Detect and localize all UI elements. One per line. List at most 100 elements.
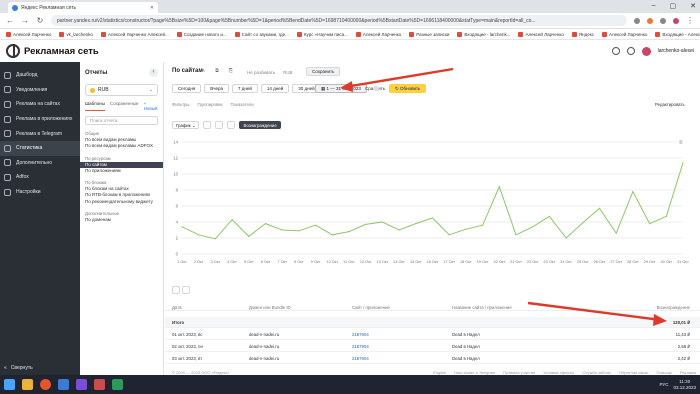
data-point[interactable] (649, 223, 651, 225)
date-range-picker[interactable]: ▦ 1 — 31 окт. 2023 (315, 84, 367, 93)
copy-icon[interactable]: ⧉ (215, 68, 219, 74)
update-button[interactable]: ↻ Обновить (389, 84, 427, 93)
breakdown-select[interactable]: Не разбивать (247, 70, 275, 75)
data-point[interactable] (264, 223, 267, 225)
forward-icon[interactable]: → (21, 16, 29, 25)
chart-type-select[interactable]: График ⌄ (172, 121, 200, 129)
row-site-id[interactable]: 2187904 (352, 332, 369, 337)
columns-icon[interactable] (182, 286, 190, 294)
data-point[interactable] (598, 207, 601, 209)
data-point[interactable] (231, 219, 233, 221)
sidebar-item[interactable]: Реклама в Telegram (0, 126, 80, 141)
data-point[interactable] (482, 224, 484, 226)
settings-icon[interactable] (227, 121, 236, 129)
row-site-id[interactable]: 2187904 (352, 344, 369, 349)
period-button[interactable]: 14 дней (260, 84, 290, 93)
bookmark-item[interactable]: Создание нового и... (176, 31, 227, 37)
sidebar-item[interactable]: Дашборд (0, 68, 80, 83)
data-point[interactable] (682, 162, 684, 164)
save-button[interactable]: Сохранить (306, 67, 341, 76)
data-point[interactable] (565, 237, 567, 239)
edit-button[interactable]: Редактировать (655, 102, 685, 107)
user-name[interactable]: larchenko-alexei (658, 48, 694, 54)
filters-link[interactable]: Фильтры (172, 102, 190, 107)
avatar[interactable] (641, 46, 651, 56)
minimize-icon[interactable]: – (652, 2, 656, 10)
bookmark-item[interactable]: Входящие - larchenk... (457, 31, 510, 37)
chat-icon[interactable] (626, 47, 635, 55)
data-point[interactable] (515, 234, 517, 236)
data-point[interactable] (181, 226, 183, 228)
data-point[interactable] (198, 234, 200, 236)
maximize-icon[interactable]: ▢ (670, 2, 677, 10)
profile-icon[interactable] (673, 17, 679, 24)
sidebar-item[interactable]: Реклама на сайтах (0, 97, 80, 112)
header-reward[interactable]: Вознаграждение (657, 305, 690, 310)
sidebar-item[interactable]: Статистика (0, 140, 80, 156)
bookmark-item[interactable]: Алексей Ларченко (6, 31, 51, 37)
app-icon-3[interactable] (112, 379, 123, 390)
help-icon[interactable] (611, 47, 620, 55)
app-icon[interactable] (76, 379, 87, 390)
report-item[interactable]: По всем видам рекламы ADFOX (80, 143, 163, 149)
report-search-input[interactable]: Поиск отчета (85, 116, 158, 125)
sidebar-item[interactable]: Adfox (0, 170, 80, 185)
period-button[interactable]: Сегодня (172, 84, 202, 93)
pen-icon[interactable] (203, 121, 212, 129)
yandex-logo-icon[interactable] (6, 44, 20, 58)
collapse-sidebar-button[interactable]: « Свернуть (4, 365, 33, 371)
extension-icon[interactable] (634, 17, 640, 24)
data-point[interactable] (465, 228, 467, 230)
puzzle-icon[interactable] (660, 17, 666, 24)
back-icon[interactable]: ← (6, 16, 14, 25)
chrome-icon[interactable] (40, 379, 51, 390)
compare-toggle[interactable] (373, 86, 379, 91)
data-point[interactable] (415, 223, 417, 225)
language-indicator[interactable]: РУС (659, 382, 668, 387)
bookmark-item[interactable]: Разные записки (409, 31, 449, 37)
groupings-link[interactable]: Группировки (198, 102, 223, 107)
data-point[interactable] (315, 224, 317, 226)
logo-text[interactable]: Рекламная сеть (24, 46, 99, 57)
data-point[interactable] (331, 234, 333, 236)
data-point[interactable] (582, 222, 584, 224)
url-field[interactable]: partner.yandex.ru/v2/statistics/construc… (51, 15, 627, 26)
sidebar-item[interactable]: Настройки (0, 185, 80, 200)
explorer-icon[interactable] (22, 379, 33, 390)
report-item[interactable]: По доменам (80, 217, 163, 223)
data-point[interactable] (348, 231, 350, 233)
bookmark-item[interactable]: Яндекс (571, 31, 594, 37)
bookmark-item[interactable]: Алексей Ларченко (602, 31, 647, 37)
report-item[interactable]: По приложениям (80, 168, 163, 174)
period-button[interactable]: 7 дней (231, 84, 258, 93)
data-point[interactable] (448, 234, 450, 236)
header-site-name[interactable]: Название сайта / приложения (452, 305, 512, 310)
reload-icon[interactable]: ↻ (36, 16, 44, 25)
menu-icon[interactable]: ⋮ (686, 16, 694, 25)
row-site-id[interactable]: 2187904 (352, 356, 369, 361)
close-window-icon[interactable]: ✕ (690, 2, 696, 10)
legend-toggle-icon[interactable]: ≡ (679, 140, 683, 146)
data-point[interactable] (381, 221, 383, 223)
bookmark-item[interactable]: Алексей Ларченко (355, 31, 401, 37)
table-icon[interactable] (172, 286, 180, 294)
bookmark-item[interactable]: Алексей Ларченко (518, 31, 564, 37)
telegram-icon[interactable] (58, 379, 69, 390)
data-point[interactable] (498, 186, 500, 188)
data-point[interactable] (281, 229, 283, 231)
data-point[interactable] (548, 215, 550, 217)
data-point[interactable] (665, 215, 667, 217)
sidebar-item[interactable]: Уведомления (0, 83, 80, 98)
new-report-button[interactable]: + Новый (144, 101, 158, 111)
link-icon[interactable]: ⎘ (229, 68, 233, 74)
bookmark-item[interactable]: Курс «Научим писа... (296, 31, 348, 37)
app-icon-2[interactable] (94, 379, 105, 390)
data-point[interactable] (615, 232, 617, 234)
data-point[interactable] (298, 230, 300, 232)
tab-saved[interactable]: Сохраненные (110, 101, 139, 111)
browser-tab[interactable]: Яндекс Рекламная сеть ✕ (8, 2, 158, 13)
metrics-link[interactable]: Показатели (231, 102, 254, 107)
sidebar-item[interactable]: Дополнительно (0, 156, 80, 171)
header-date[interactable]: Дата (172, 305, 182, 310)
reward-metric-chip[interactable]: Вознаграждение (239, 121, 281, 129)
